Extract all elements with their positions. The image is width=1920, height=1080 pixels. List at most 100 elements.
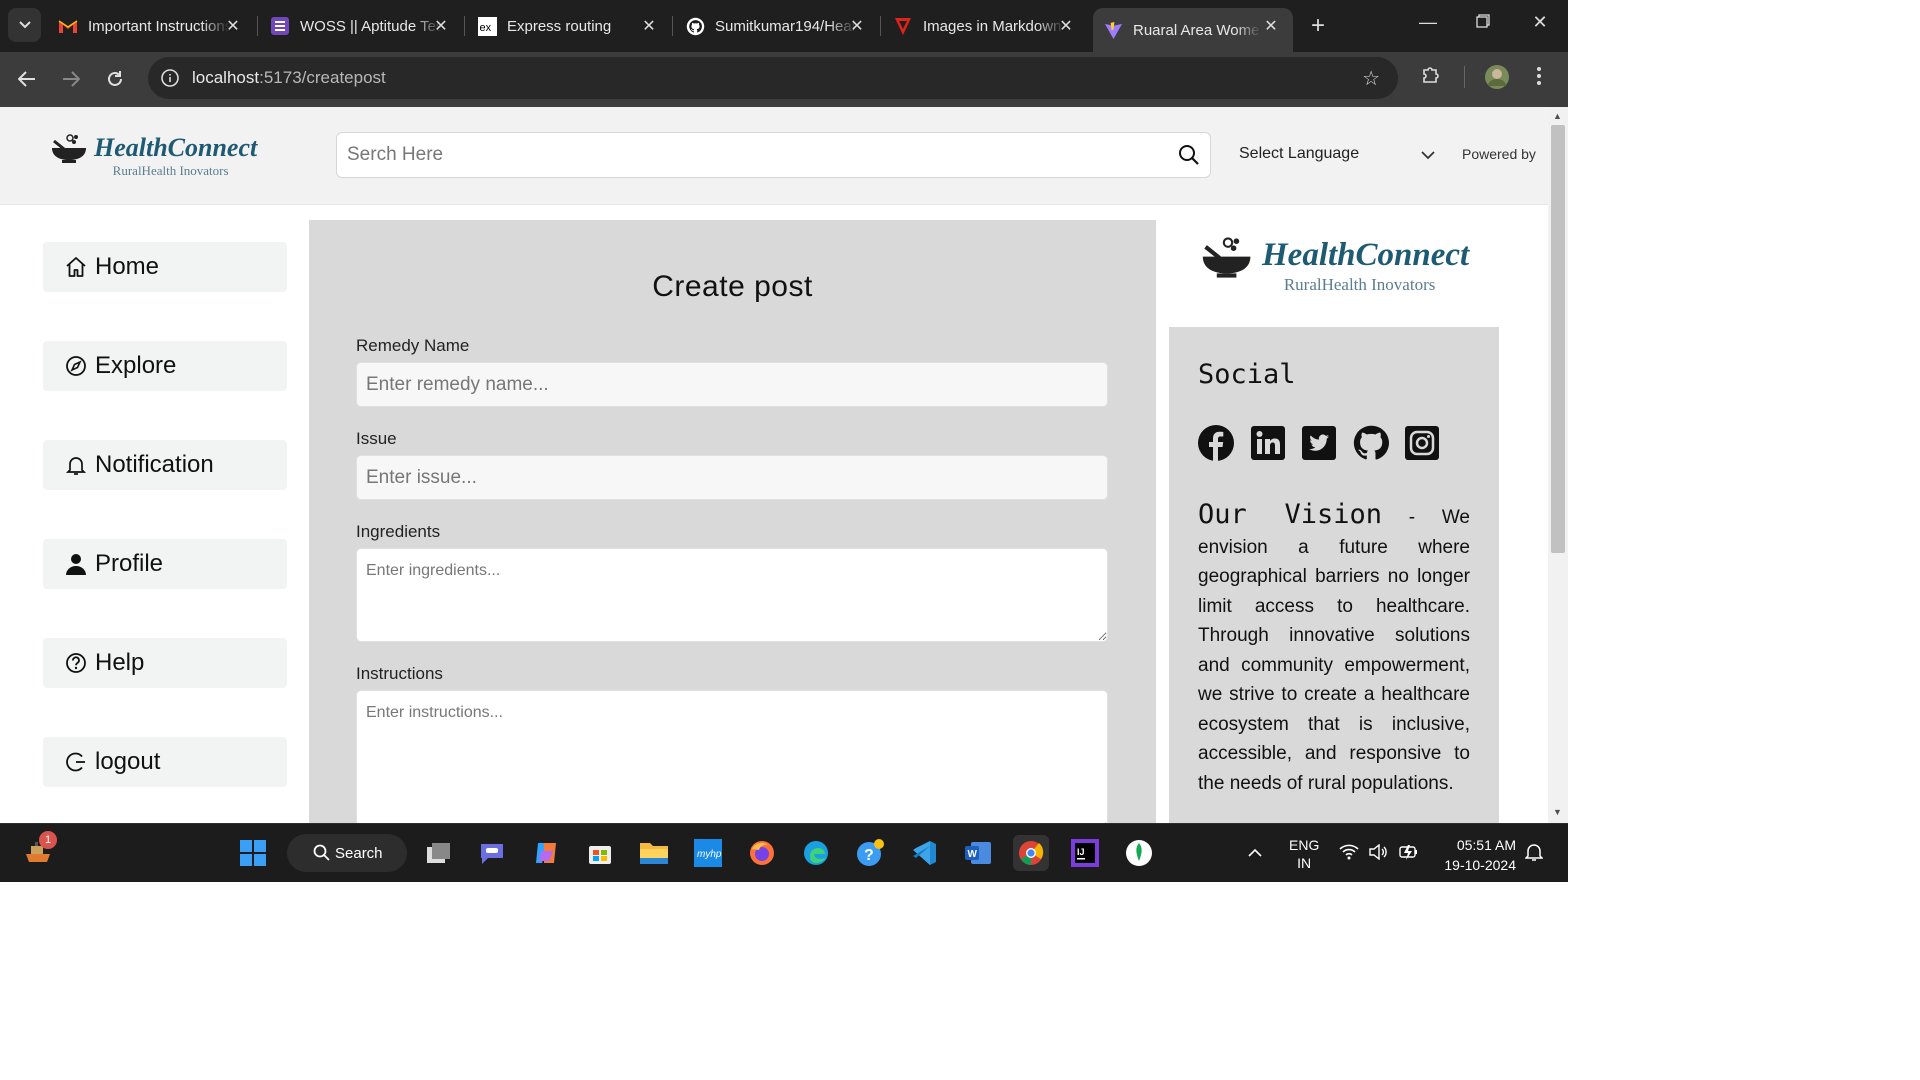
site-info-icon[interactable] bbox=[160, 68, 180, 93]
get-help-icon[interactable]: ? bbox=[852, 835, 888, 871]
tab-search-button[interactable] bbox=[8, 8, 41, 42]
chrome-icon[interactable] bbox=[1013, 835, 1049, 871]
intellij-icon[interactable]: IJ bbox=[1067, 835, 1103, 871]
user-icon bbox=[65, 553, 87, 575]
edge-icon[interactable] bbox=[798, 835, 834, 871]
scroll-up-icon[interactable]: ▲ bbox=[1553, 111, 1562, 121]
volume-icon[interactable] bbox=[1368, 843, 1388, 863]
browser-tab[interactable]: ex Express routing ✕ bbox=[477, 8, 659, 44]
app-icon-ship[interactable]: 1 bbox=[20, 831, 57, 871]
search-input[interactable] bbox=[337, 133, 1157, 177]
scroll-down-icon[interactable]: ▼ bbox=[1553, 807, 1562, 817]
social-links bbox=[1198, 425, 1456, 461]
issue-input[interactable] bbox=[356, 455, 1108, 500]
browser-tab[interactable]: Sumitkumar194/HealthConnect ✕ bbox=[685, 8, 867, 44]
home-icon bbox=[65, 256, 87, 278]
taskbar-search[interactable]: Search bbox=[287, 834, 407, 872]
facebook-icon[interactable] bbox=[1198, 425, 1234, 461]
header-logo[interactable]: HealthConnect RuralHealth Inovators bbox=[50, 133, 257, 179]
sidebar-item-label: Home bbox=[95, 253, 160, 280]
tab-title: Important Instructions bbox=[88, 17, 230, 35]
close-icon[interactable]: ✕ bbox=[639, 16, 659, 36]
battery-icon[interactable] bbox=[1398, 843, 1420, 864]
firefox-icon[interactable] bbox=[744, 835, 780, 871]
forward-icon[interactable] bbox=[56, 64, 86, 94]
powered-by-label: Powered by bbox=[1462, 146, 1536, 162]
region-code: IN bbox=[1297, 855, 1312, 871]
extensions-icon[interactable] bbox=[1420, 64, 1442, 91]
avatar[interactable] bbox=[1484, 64, 1510, 95]
instructions-textarea[interactable] bbox=[356, 690, 1108, 823]
sidebar-item-profile[interactable]: Profile bbox=[43, 539, 287, 589]
browser-tab-active[interactable]: Ruaral Area Women ✕ bbox=[1093, 8, 1293, 52]
tab-separator bbox=[257, 16, 258, 36]
mongodb-compass-icon[interactable] bbox=[1121, 835, 1157, 871]
bell-icon bbox=[65, 454, 87, 476]
url-host: localhost bbox=[192, 68, 260, 87]
mortar-pestle-icon bbox=[1202, 237, 1251, 278]
svg-text:ex: ex bbox=[479, 22, 491, 34]
address-bar[interactable]: localhost:5173/createpost ☆ bbox=[148, 57, 1398, 99]
browser-tab[interactable]: WOSS || Aptitude Test ✕ bbox=[270, 8, 451, 44]
close-icon[interactable]: ✕ bbox=[431, 16, 451, 36]
task-view-icon[interactable] bbox=[421, 835, 457, 871]
search-icon[interactable] bbox=[1178, 144, 1200, 171]
ingredients-textarea[interactable] bbox=[356, 548, 1108, 642]
instagram-icon[interactable] bbox=[1404, 425, 1440, 461]
github-icon[interactable] bbox=[1353, 425, 1389, 461]
vscode-icon[interactable] bbox=[906, 835, 942, 871]
browser-tab[interactable]: Images in Markdown ✕ bbox=[893, 8, 1076, 44]
scrollbar-thumb[interactable] bbox=[1551, 125, 1565, 553]
page-title: Create post bbox=[652, 270, 813, 303]
copilot-icon[interactable] bbox=[528, 835, 564, 871]
notification-badge: 1 bbox=[39, 831, 57, 849]
bookmark-star-icon[interactable]: ☆ bbox=[1362, 66, 1380, 91]
file-explorer-icon[interactable] bbox=[636, 835, 672, 871]
sidebar-item-logout[interactable]: logout bbox=[43, 737, 287, 787]
kebab-menu-icon[interactable] bbox=[1536, 66, 1542, 91]
tab-separator bbox=[880, 16, 881, 36]
sidebar-item-help[interactable]: Help bbox=[43, 638, 287, 688]
sidebar-item-home[interactable]: Home bbox=[43, 242, 287, 292]
myhp-icon[interactable]: myhp bbox=[690, 835, 726, 871]
sidebar-item-label: logout bbox=[95, 748, 161, 775]
close-icon[interactable]: ✕ bbox=[223, 16, 243, 36]
search-box bbox=[336, 132, 1211, 178]
back-icon[interactable] bbox=[12, 64, 42, 94]
new-tab-icon[interactable]: + bbox=[1306, 12, 1330, 40]
sidebar-item-label: Help bbox=[95, 649, 145, 676]
reload-icon[interactable] bbox=[100, 64, 130, 94]
remedy-name-input[interactable] bbox=[356, 362, 1108, 407]
brand-tagline: RuralHealth Inovators bbox=[112, 163, 229, 178]
restore-icon[interactable] bbox=[1468, 12, 1498, 33]
microsoft-store-icon[interactable] bbox=[582, 835, 618, 871]
taskbar-clock[interactable]: 05:51 AM 19-10-2024 bbox=[1430, 835, 1516, 875]
wifi-icon[interactable] bbox=[1339, 844, 1359, 863]
minimize-icon[interactable]: — bbox=[1413, 12, 1443, 33]
page-scrollbar[interactable]: ▲ ▼ bbox=[1548, 107, 1568, 823]
notifications-bell-icon[interactable] bbox=[1524, 842, 1544, 865]
close-icon[interactable]: ✕ bbox=[847, 16, 867, 36]
create-post-form: Create post Remedy Name Issue Ingredient… bbox=[309, 220, 1156, 823]
forms-icon bbox=[270, 16, 290, 36]
language-select[interactable]: Select Language bbox=[1239, 145, 1359, 163]
linkedin-icon[interactable] bbox=[1250, 425, 1286, 461]
sidebar-item-label: Explore bbox=[95, 352, 177, 379]
teams-chat-icon[interactable] bbox=[474, 835, 510, 871]
vision-text: - We envision a future where geographica… bbox=[1198, 507, 1470, 794]
word-icon[interactable]: W bbox=[960, 835, 996, 871]
language-indicator[interactable]: ENG IN bbox=[1289, 836, 1319, 872]
sidebar-item-notification[interactable]: Notification bbox=[43, 440, 287, 490]
sidebar-item-explore[interactable]: Explore bbox=[43, 341, 287, 391]
close-icon[interactable]: ✕ bbox=[1261, 16, 1281, 36]
chevron-down-icon[interactable] bbox=[1421, 147, 1435, 165]
issue-label: Issue bbox=[356, 429, 397, 448]
chevron-up-icon[interactable] bbox=[1248, 844, 1262, 860]
windows-start-icon[interactable] bbox=[235, 835, 271, 871]
close-icon[interactable]: ✕ bbox=[1056, 16, 1076, 36]
twitter-icon[interactable] bbox=[1301, 425, 1337, 461]
gmail-icon bbox=[58, 16, 78, 36]
clock-date: 19-10-2024 bbox=[1444, 857, 1516, 873]
close-window-icon[interactable]: ✕ bbox=[1525, 12, 1555, 33]
browser-tab[interactable]: Important Instructions ✕ bbox=[58, 8, 243, 44]
